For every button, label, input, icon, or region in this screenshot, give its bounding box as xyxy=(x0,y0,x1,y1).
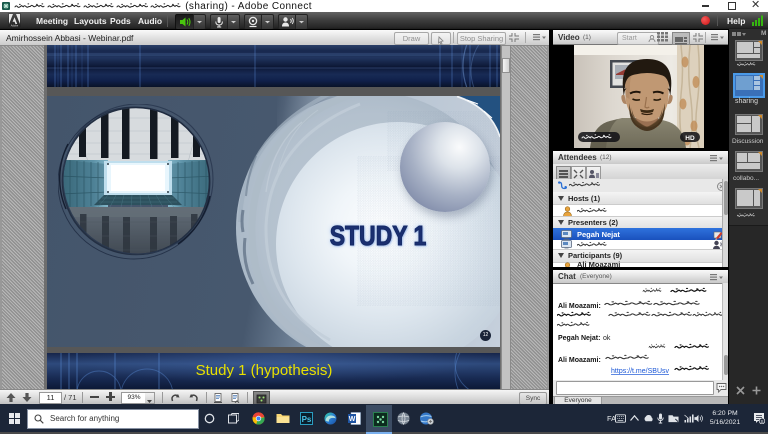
svg-text:HD: HD xyxy=(685,135,695,142)
svg-text:Ali Moazami:: Ali Moazami: xyxy=(558,303,601,310)
svg-text:Pegah Nejat:: Pegah Nejat: xyxy=(558,335,600,342)
svg-text:W: W xyxy=(349,416,356,423)
svg-text:https://t.me/SBUsv: https://t.me/SBUsv xyxy=(611,368,669,375)
svg-text:S: S xyxy=(760,419,763,424)
svg-text:Ali Moazami:: Ali Moazami: xyxy=(558,357,601,364)
svg-text:ok: ok xyxy=(603,335,611,342)
svg-text:Adobe: Adobe xyxy=(11,24,19,27)
